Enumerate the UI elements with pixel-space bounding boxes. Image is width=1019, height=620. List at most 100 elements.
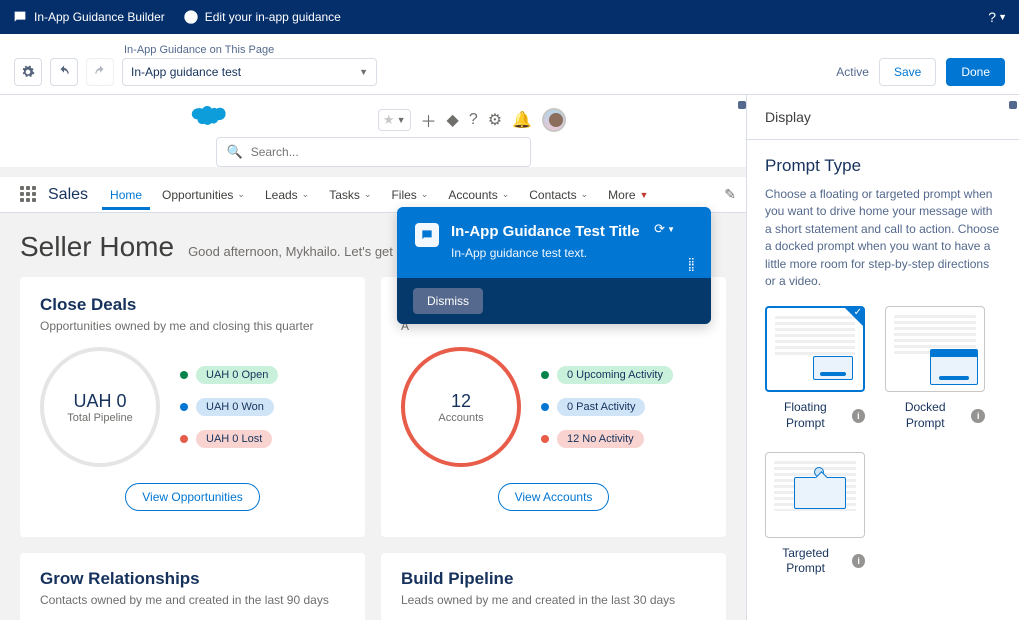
chevron-down-icon: ▼ xyxy=(640,190,649,200)
gauge-value: 12 xyxy=(451,391,471,412)
panel-header: Display xyxy=(747,95,1019,140)
undo-button[interactable] xyxy=(50,58,78,86)
open-pill: UAH 0 Open xyxy=(196,366,278,384)
edit-hint-text: Edit your in-app guidance xyxy=(205,10,341,24)
nav-more[interactable]: More▼ xyxy=(600,180,656,210)
pipeline-gauge: UAH 0 Total Pipeline xyxy=(40,347,160,467)
chevron-down-icon: ⌄ xyxy=(581,189,589,200)
nav-opportunities[interactable]: Opportunities⌄ xyxy=(154,180,253,210)
nav-home[interactable]: Home xyxy=(102,180,150,210)
chevron-down-icon: ⌄ xyxy=(302,189,310,200)
page-title: Seller Home xyxy=(20,231,174,263)
notifications-icon[interactable]: 🔔 xyxy=(512,110,532,130)
section-title: Prompt Type xyxy=(765,156,1001,176)
edit-hint: Edit your in-app guidance xyxy=(183,9,341,25)
nav-accounts[interactable]: Accounts⌄ xyxy=(440,180,517,210)
sf-global-header: ★▼ ＋ ◆ ? ⚙ 🔔 🔍 xyxy=(0,95,746,167)
save-button[interactable]: Save xyxy=(879,58,936,86)
nav-tasks[interactable]: Tasks⌄ xyxy=(321,180,379,210)
legend-dot xyxy=(180,403,188,411)
chevron-down-icon: ▼ xyxy=(359,67,368,77)
section-description: Choose a floating or targeted prompt whe… xyxy=(765,186,1001,290)
option-label: Targeted Prompt xyxy=(765,546,846,577)
drag-handle-icon[interactable]: ⠿⠿ xyxy=(688,261,697,273)
active-label: Active xyxy=(836,65,869,79)
redo-icon xyxy=(93,65,107,79)
lost-pill: UAH 0 Lost xyxy=(196,430,272,448)
chevron-down-icon: ▼ xyxy=(998,12,1007,22)
undo-icon xyxy=(57,65,71,79)
view-accounts-button[interactable]: View Accounts xyxy=(498,483,610,511)
dismiss-button[interactable]: Dismiss xyxy=(413,288,483,314)
legend-dot xyxy=(180,435,188,443)
add-icon[interactable]: ＋ xyxy=(421,108,437,132)
done-button[interactable]: Done xyxy=(946,58,1005,86)
help-menu[interactable]: ? ▼ xyxy=(988,9,1007,25)
info-icon[interactable]: i xyxy=(971,409,985,423)
properties-panel: Display Prompt Type Choose a floating or… xyxy=(747,95,1019,620)
won-pill: UAH 0 Won xyxy=(196,398,274,416)
top-banner: In-App Guidance Builder Edit your in-app… xyxy=(0,0,1019,34)
card-title: Close Deals xyxy=(40,295,345,315)
docked-prompt-option[interactable]: Docked Prompti xyxy=(885,306,985,431)
card-title: Build Pipeline xyxy=(401,569,706,589)
chevron-down-icon: ⌄ xyxy=(364,189,372,200)
builder-title-text: In-App Guidance Builder xyxy=(34,10,165,24)
docked-thumbnail xyxy=(885,306,985,392)
chevron-down-icon: ⌄ xyxy=(237,189,245,200)
upcoming-pill: 0 Upcoming Activity xyxy=(557,366,673,384)
chevron-down-icon: ⌄ xyxy=(502,189,510,200)
past-pill: 0 Past Activity xyxy=(557,398,645,416)
noactivity-pill: 12 No Activity xyxy=(557,430,644,448)
search-input[interactable] xyxy=(251,145,520,159)
scroll-indicator[interactable] xyxy=(1009,101,1017,109)
setup-gear-icon[interactable]: ⚙ xyxy=(488,110,502,130)
favorites-button[interactable]: ★▼ xyxy=(378,109,411,131)
gear-icon xyxy=(21,65,35,79)
prompt-title: In-App Guidance Test Title xyxy=(451,223,640,240)
targeted-prompt-option[interactable]: Targeted Prompt i xyxy=(765,452,865,577)
nav-files[interactable]: Files⌄ xyxy=(383,180,436,210)
card-title: Grow Relationships xyxy=(40,569,345,589)
nav-contacts[interactable]: Contacts⌄ xyxy=(521,180,596,210)
trailhead-icon[interactable]: ◆ xyxy=(447,110,459,130)
prompt-text: In-App guidance test text. xyxy=(451,246,640,260)
redo-button[interactable] xyxy=(86,58,114,86)
global-search[interactable]: 🔍 xyxy=(216,137,531,167)
settings-button[interactable] xyxy=(14,58,42,86)
floating-prompt[interactable]: In-App Guidance Test Title In-App guidan… xyxy=(397,207,711,324)
avatar[interactable] xyxy=(542,108,566,132)
gauge-label: Accounts xyxy=(438,412,483,424)
targeted-thumbnail xyxy=(765,452,865,538)
info-icon[interactable]: i xyxy=(852,554,865,568)
help-icon: ? xyxy=(988,9,996,25)
dropdown-label: In-App Guidance on This Page xyxy=(124,44,377,56)
question-icon[interactable]: ? xyxy=(469,111,478,129)
floating-prompt-option[interactable]: Floating Prompt i xyxy=(765,306,865,431)
toolbar: In-App Guidance on This Page In-App guid… xyxy=(0,34,1019,95)
app-launcher-icon[interactable] xyxy=(20,186,38,204)
legend-dot xyxy=(180,371,188,379)
preview-canvas: ★▼ ＋ ◆ ? ⚙ 🔔 🔍 Sales Home Opportunities⌄… xyxy=(0,95,747,620)
guidance-dropdown[interactable]: In-App guidance test ▼ xyxy=(122,58,377,86)
card-subtitle: Contacts owned by me and created in the … xyxy=(40,593,345,607)
build-card: Build Pipeline Leads owned by me and cre… xyxy=(381,553,726,620)
option-label: Floating Prompt xyxy=(765,400,846,431)
accounts-gauge: 12 Accounts xyxy=(401,347,521,467)
card-subtitle: Leads owned by me and created in the las… xyxy=(401,593,706,607)
legend-dot xyxy=(541,371,549,379)
close-deals-card: Close Deals Opportunities owned by me an… xyxy=(20,277,365,537)
prompt-chat-icon xyxy=(415,223,439,247)
nav-leads[interactable]: Leads⌄ xyxy=(257,180,317,210)
chevron-down-icon: ⌄ xyxy=(421,189,429,200)
info-icon[interactable]: i xyxy=(852,409,865,423)
info-icon xyxy=(183,9,199,25)
prompt-settings-icon[interactable]: ⟳▼ xyxy=(654,221,675,237)
card-subtitle: Opportunities owned by me and closing th… xyxy=(40,319,345,333)
salesforce-logo xyxy=(190,101,230,132)
gauge-value: UAH 0 xyxy=(73,391,126,412)
view-opportunities-button[interactable]: View Opportunities xyxy=(125,483,260,511)
edit-nav-icon[interactable]: ✎ xyxy=(724,186,736,203)
floating-thumbnail xyxy=(765,306,865,392)
search-icon: 🔍 xyxy=(227,144,243,160)
